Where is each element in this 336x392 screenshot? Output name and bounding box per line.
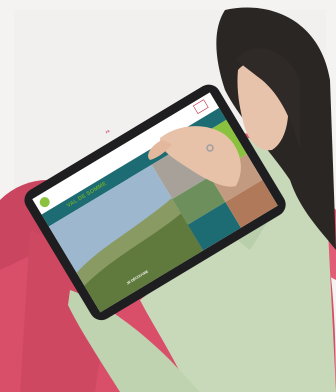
photo-scene: VAL DE SOMME FR JE DÉCOUVRE: [0, 0, 336, 392]
photo-illustration: [0, 0, 336, 392]
